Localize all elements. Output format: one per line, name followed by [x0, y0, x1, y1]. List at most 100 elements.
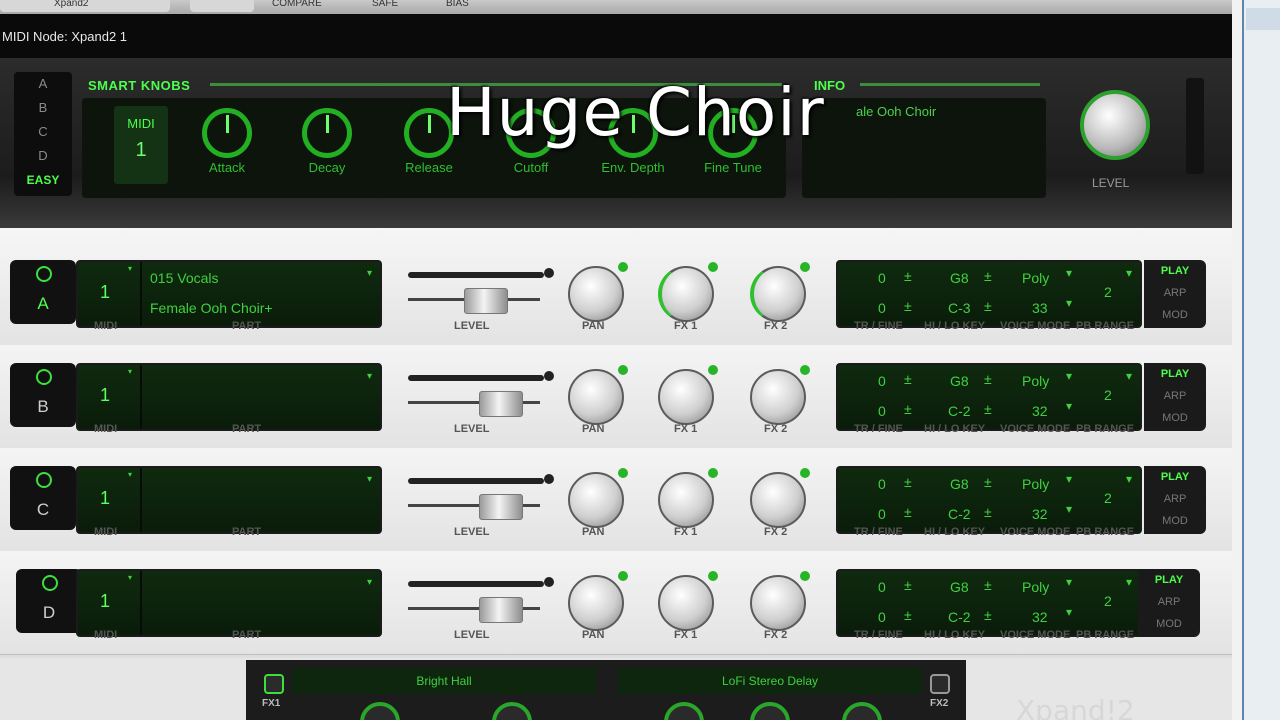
fine-tune-value[interactable]: 0 [878, 609, 886, 625]
transpose-value[interactable]: 0 [878, 373, 886, 389]
chevron-down-icon[interactable]: ▾ [1066, 266, 1072, 280]
chevron-down-icon[interactable]: ▾ [128, 573, 132, 582]
plus-minus-icon[interactable]: ± [984, 577, 992, 593]
lo-key-value[interactable]: C-2 [948, 609, 971, 625]
transpose-value[interactable]: 0 [878, 476, 886, 492]
plus-minus-icon[interactable]: ± [984, 371, 992, 387]
toolbar-button[interactable] [190, 0, 254, 12]
mode-play[interactable]: PLAY [1144, 363, 1206, 385]
chevron-down-icon[interactable]: ▾ [1126, 369, 1132, 383]
voice-count-value[interactable]: 32 [1032, 609, 1048, 625]
plus-minus-icon[interactable]: ± [984, 607, 992, 623]
level-fader-handle[interactable] [464, 288, 508, 314]
chevron-down-icon[interactable]: ▾ [1066, 399, 1072, 413]
pb-range-value[interactable]: 2 [1104, 593, 1112, 609]
lo-key-value[interactable]: C-3 [948, 300, 971, 316]
pb-range-value[interactable]: 2 [1104, 387, 1112, 403]
chevron-down-icon[interactable]: ▾ [128, 367, 132, 376]
mode-arp[interactable]: ARP [1138, 591, 1200, 613]
bias-button[interactable]: BIAS [446, 0, 469, 10]
fx2-send-knob[interactable] [750, 365, 810, 425]
mode-mod[interactable]: MOD [1138, 613, 1200, 635]
hi-key-value[interactable]: G8 [950, 579, 969, 595]
chevron-down-icon[interactable]: ▾ [1126, 472, 1132, 486]
part-midi-channel[interactable]: 1 [100, 591, 110, 612]
chevron-down-icon[interactable]: ▾ [367, 577, 372, 588]
plus-minus-icon[interactable]: ± [984, 298, 992, 314]
part-select-c[interactable]: C [14, 120, 72, 144]
plus-minus-icon[interactable]: ± [904, 268, 912, 284]
host-scrollbar-thumb[interactable] [1246, 8, 1280, 30]
fx2-send-knob[interactable] [750, 571, 810, 631]
part-select-d[interactable]: D [14, 144, 72, 168]
part-midi-channel[interactable]: 1 [100, 488, 110, 509]
mode-arp[interactable]: ARP [1144, 488, 1206, 510]
part-select-b[interactable]: B [14, 96, 72, 120]
fine-tune-value[interactable]: 0 [878, 300, 886, 316]
voice-count-value[interactable]: 33 [1032, 300, 1048, 316]
compare-button[interactable]: COMPARE [272, 0, 322, 10]
part-patch-display[interactable]: 1 ▾ ▾ [76, 569, 382, 637]
plus-minus-icon[interactable]: ± [984, 474, 992, 490]
hi-key-value[interactable]: G8 [950, 373, 969, 389]
pan-knob[interactable] [568, 365, 628, 425]
part-midi-channel[interactable]: 1 [100, 282, 110, 303]
chevron-down-icon[interactable]: ▾ [128, 264, 132, 273]
chevron-down-icon[interactable]: ▾ [1066, 575, 1072, 589]
level-fader-handle[interactable] [479, 391, 523, 417]
part-power-button[interactable]: D [16, 569, 82, 633]
patch-category[interactable]: 015 Vocals [150, 270, 219, 286]
part-power-button[interactable]: B [10, 363, 76, 427]
fx2-send-knob[interactable] [750, 468, 810, 528]
chevron-down-icon[interactable]: ▾ [1066, 472, 1072, 486]
level-fader-handle[interactable] [479, 494, 523, 520]
mode-play[interactable]: PLAY [1144, 260, 1206, 282]
chevron-down-icon[interactable]: ▾ [1126, 266, 1132, 280]
pb-range-value[interactable]: 2 [1104, 490, 1112, 506]
plus-minus-icon[interactable]: ± [904, 298, 912, 314]
voice-count-value[interactable]: 32 [1032, 403, 1048, 419]
chevron-down-icon[interactable]: ▾ [367, 268, 372, 279]
lo-key-value[interactable]: C-2 [948, 506, 971, 522]
preset-tab[interactable]: Xpand2 [0, 0, 170, 12]
plus-minus-icon[interactable]: ± [984, 401, 992, 417]
pan-knob[interactable] [568, 262, 628, 322]
plus-minus-icon[interactable]: ± [984, 504, 992, 520]
part-power-button[interactable]: C [10, 466, 76, 530]
part-power-button[interactable]: A [10, 260, 76, 324]
fine-tune-value[interactable]: 0 [878, 506, 886, 522]
mode-mod[interactable]: MOD [1144, 510, 1206, 532]
part-midi-channel[interactable]: 1 [100, 385, 110, 406]
mode-mod[interactable]: MOD [1144, 407, 1206, 429]
chevron-down-icon[interactable]: ▾ [128, 470, 132, 479]
fine-tune-value[interactable]: 0 [878, 403, 886, 419]
voice-mode-value[interactable]: Poly [1022, 270, 1049, 286]
plus-minus-icon[interactable]: ± [904, 577, 912, 593]
plus-minus-icon[interactable]: ± [904, 504, 912, 520]
mode-play[interactable]: PLAY [1138, 569, 1200, 591]
plus-minus-icon[interactable]: ± [904, 474, 912, 490]
fx2-send-knob[interactable] [750, 262, 810, 322]
mode-play[interactable]: PLAY [1144, 466, 1206, 488]
chevron-down-icon[interactable]: ▾ [367, 371, 372, 382]
voice-mode-value[interactable]: Poly [1022, 579, 1049, 595]
plus-minus-icon[interactable]: ± [904, 371, 912, 387]
voice-count-value[interactable]: 32 [1032, 506, 1048, 522]
fx1-send-knob[interactable] [658, 365, 718, 425]
mode-arp[interactable]: ARP [1144, 282, 1206, 304]
hi-key-value[interactable]: G8 [950, 270, 969, 286]
mode-arp[interactable]: ARP [1144, 385, 1206, 407]
plus-minus-icon[interactable]: ± [904, 401, 912, 417]
host-scroll-area[interactable] [1242, 0, 1280, 720]
pb-range-value[interactable]: 2 [1104, 284, 1112, 300]
part-patch-display[interactable]: 1 ▾ ▾ [76, 363, 382, 431]
fx1-send-knob[interactable] [658, 468, 718, 528]
fx2-preset-display[interactable]: LoFi Stereo Delay [618, 668, 922, 694]
plus-minus-icon[interactable]: ± [984, 268, 992, 284]
plus-minus-icon[interactable]: ± [904, 607, 912, 623]
smart-midi-channel[interactable]: MIDI 1 [114, 106, 168, 184]
fx1-preset-display[interactable]: Bright Hall [292, 668, 596, 694]
fx1-send-knob[interactable] [658, 262, 718, 322]
part-patch-display[interactable]: 1 ▾ ▾ [76, 466, 382, 534]
smart-knob-attack[interactable]: Attack [182, 108, 272, 175]
